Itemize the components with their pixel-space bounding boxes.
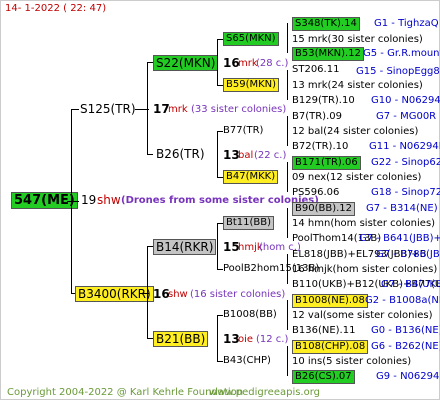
g4-tag-15: G7 - B641(JBB)+B (359, 233, 440, 244)
g4-tag-18: G7 - B4(UKB) (381, 279, 440, 290)
g4-row-7[interactable]: B7(TR).09 (292, 112, 342, 122)
g4-row-22[interactable]: B108(CHP).08 (292, 340, 369, 354)
g4-tag-19: G2 - B1008a(NE) (365, 295, 440, 306)
g4-row-21[interactable]: B136(NE).11 (292, 326, 355, 336)
g4-tag-1: G1 - TighzaQ (374, 18, 439, 29)
site-link[interactable]: www.pedigreeapis.org (209, 388, 320, 398)
g4-row-13[interactable]: B90(BB).12 (292, 202, 356, 216)
g3-queen-5[interactable]: Bt11(BB) (223, 216, 275, 230)
pedigree-tree: 14- 1-2022 ( 22: 47) 547(ME) 19 shw (Dro… (0, 0, 440, 400)
g2-queen-1[interactable]: S22(MKN) (153, 55, 219, 71)
g2-queen-4[interactable]: B21(BB) (153, 331, 209, 347)
g2-origin-1: mrk (238, 58, 258, 69)
g4-tag-21: G0 - B136(NE) (371, 325, 440, 336)
copyright-text: Copyright 2004-2022 @ Karl Kehrle Founda… (7, 387, 244, 398)
g4-row-5: 13 mrk(24 sister colonies) (292, 80, 423, 91)
g4-row-11: 09 nex(12 sister colonies) (292, 172, 422, 183)
dam-note: (16 sister colonies) (190, 289, 286, 300)
g3-queen-2[interactable]: B59(MKN) (223, 78, 280, 92)
g4-row-6[interactable]: B129(TR).10 (292, 96, 355, 106)
g4-tag-4: G15 - SinopEgg86R (356, 66, 440, 77)
timestamp: 14- 1-2022 ( 22: 47) (5, 3, 107, 14)
g2-note-2: (22 c.) (254, 150, 287, 161)
g2-queen-3[interactable]: B14(RKR) (153, 239, 217, 255)
dam-origin: shw (168, 289, 188, 300)
g4-tag-16: G7 - B786(JBB) (376, 249, 440, 260)
g4-row-19[interactable]: B1008(NE).08 (292, 294, 368, 308)
g4-tag-24: G9 - N06294R (376, 371, 440, 382)
g3-queen-3[interactable]: B77(TR) (223, 126, 263, 136)
root-count: 19 (81, 193, 97, 207)
dam-line-queen[interactable]: B3400(RKR) (75, 286, 154, 302)
g4-tag-22: G6 - B262(NE) (371, 341, 440, 352)
g4-row-2: 15 mrk(30 sister colonies) (292, 34, 423, 45)
g4-tag-9: G11 - N06294R (369, 141, 440, 152)
g4-row-8: 12 bal(24 sister colonies) (292, 126, 419, 137)
root-origin: shw (97, 193, 121, 207)
g3-queen-8[interactable]: B43(CHP) (223, 356, 271, 366)
g4-row-17: 16 hmjk(hom sister colonies) (292, 264, 438, 275)
g2-origin-2: bal (238, 150, 254, 161)
sire-origin: mrk (168, 104, 188, 115)
g4-row-12[interactable]: PS596.06 (292, 188, 339, 198)
g4-row-10[interactable]: B171(TR).06 (292, 156, 361, 170)
g4-row-23: 10 ins(5 sister colonies) (292, 356, 412, 367)
sire-line-queen[interactable]: S125(TR) (80, 103, 136, 115)
g4-tag-13: G7 - B314(NE) (366, 203, 438, 214)
g2-origin-4: oie (238, 334, 254, 345)
g4-tag-12: G18 - Sinop72R (371, 187, 440, 198)
sire-note: (33 sister colonies) (191, 104, 287, 115)
g4-row-4[interactable]: ST206.11 (292, 65, 339, 75)
g4-row-14: 14 hmn(hom sister colonies) (292, 218, 436, 229)
g4-row-1[interactable]: S348(TK).14 (292, 17, 360, 31)
g3-queen-4[interactable]: B47(MKK) (223, 170, 279, 184)
g4-tag-10: G22 - Sinop62R (371, 157, 440, 168)
g4-tag-6: G10 - N06294R (371, 95, 440, 106)
g4-row-20: 12 val(some sister colonies) (292, 310, 433, 321)
g2-note-4: (12 c.) (256, 334, 289, 345)
g4-row-9[interactable]: B72(TR).10 (292, 142, 348, 152)
g4-tag-3: G5 - Gr.R.mounta (363, 48, 440, 59)
g2-note-1: (28 c.) (256, 58, 289, 69)
g4-row-24[interactable]: B26(CS).07 (292, 370, 355, 384)
root-note: (Drones from some sister colonies) (121, 195, 319, 206)
g4-row-3[interactable]: B53(MKN).12 (292, 47, 364, 61)
g3-queen-1[interactable]: S65(MKN) (223, 32, 279, 46)
g3-queen-7[interactable]: B1008(BB) (223, 310, 277, 320)
g2-queen-2[interactable]: B26(TR) (156, 148, 205, 160)
g4-tag-7: G7 - MG00R (376, 111, 437, 122)
